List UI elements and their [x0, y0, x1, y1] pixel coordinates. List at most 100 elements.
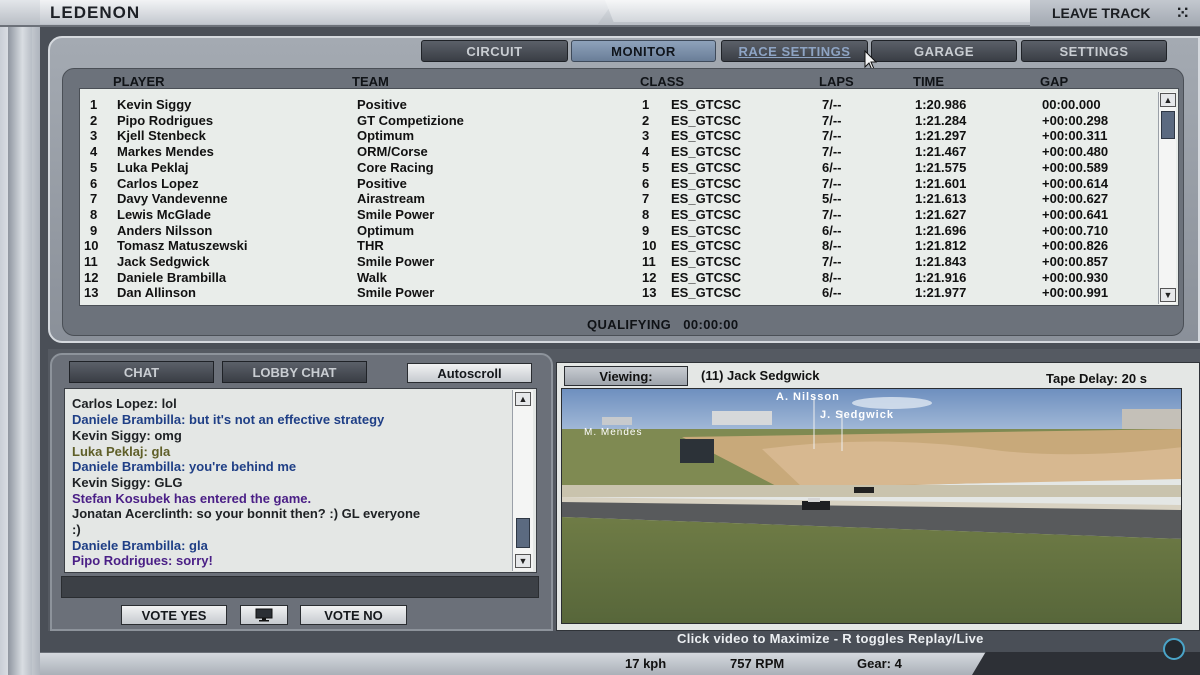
tab-monitor[interactable]: MONITOR: [571, 40, 716, 62]
table-row[interactable]: 8 Lewis McGlade Smile Power 8 ES_GTCSC 7…: [80, 207, 1158, 223]
tab-settings[interactable]: SETTINGS: [1021, 40, 1167, 62]
cell-laps: 8/--: [822, 269, 842, 285]
vote-no-button[interactable]: VOTE NO: [300, 605, 407, 625]
cell-class: ES_GTCSC: [671, 222, 742, 238]
cell-class: ES_GTCSC: [671, 144, 742, 160]
cell-gap: +00:00.298: [1042, 112, 1109, 128]
cell-player: Markes Mendes: [117, 144, 214, 160]
scroll-up-icon[interactable]: ▲: [515, 392, 531, 406]
cell-gap: +00:00.627: [1042, 191, 1109, 207]
cell-class: ES_GTCSC: [671, 206, 742, 222]
cell-pos: 13: [84, 285, 99, 301]
scroll-up-icon[interactable]: ▲: [1160, 93, 1176, 107]
tab-lobby-chat[interactable]: LOBBY CHAT: [222, 361, 367, 383]
table-row[interactable]: 4 Markes Mendes ORM/Corse 4 ES_GTCSC 7/-…: [80, 144, 1158, 160]
session-label: QUALIFYING: [587, 317, 672, 332]
cell-pos: 1: [90, 97, 98, 112]
table-row[interactable]: 9 Anders Nilsson Optimum 9 ES_GTCSC 6/--…: [80, 223, 1158, 239]
cell-time: 1:21.297: [915, 128, 967, 144]
table-row[interactable]: 11 Jack Sedgwick Smile Power 11 ES_GTCSC…: [80, 254, 1158, 270]
cell-time: 1:21.284: [915, 112, 967, 128]
chat-message: Daniele Brambilla: but it's not an effec…: [72, 412, 385, 427]
tab-circuit[interactable]: CIRCUIT: [421, 40, 568, 62]
cell-class: ES_GTCSC: [671, 285, 742, 301]
tab-chat[interactable]: CHAT: [69, 361, 214, 383]
cell-player: Lewis McGlade: [117, 206, 211, 222]
cell-gap: +00:00.641: [1042, 206, 1109, 222]
table-row[interactable]: 2 Pipo Rodrigues GT Competizione 2 ES_GT…: [80, 113, 1158, 129]
cell-class-pos: 6: [642, 175, 650, 191]
watermark-logo-icon: [1163, 638, 1185, 660]
col-header-team[interactable]: TEAM: [352, 74, 389, 89]
viewing-driver: (11) Jack Sedgwick: [701, 368, 820, 383]
cell-team: Smile Power: [357, 206, 435, 222]
viewing-button[interactable]: Viewing:: [564, 366, 688, 386]
leave-track-label[interactable]: LEAVE TRACK: [1052, 5, 1151, 21]
col-header-time[interactable]: TIME: [913, 74, 944, 89]
tab-race-settings[interactable]: RACE SETTINGS: [721, 40, 868, 62]
speed-readout: 17 kph: [625, 656, 667, 671]
cell-pos: 2: [90, 112, 98, 128]
chat-message: Carlos Lopez: lol: [72, 396, 177, 411]
cell-pos: 7: [90, 191, 98, 207]
cell-laps: 7/--: [822, 175, 842, 191]
cell-team: Airastream: [357, 191, 425, 207]
results-table: 1 Kevin Siggy Positive 1 ES_GTCSC 7/-- 1…: [79, 88, 1179, 306]
cell-gap: +00:00.857: [1042, 254, 1109, 269]
cell-class-pos: 5: [642, 159, 650, 175]
cell-gap: 00:00.000: [1042, 97, 1101, 112]
chat-input[interactable]: [61, 576, 539, 598]
chat-scrollbar[interactable]: ▲ ▼: [512, 390, 533, 571]
autoscroll-button[interactable]: Autoscroll: [407, 363, 532, 383]
table-row[interactable]: 12 Daniele Brambilla Walk 12 ES_GTCSC 8/…: [80, 270, 1158, 286]
table-row[interactable]: 13 Dan Allinson Smile Power 13 ES_GTCSC …: [80, 285, 1158, 301]
cell-pos: 4: [90, 144, 98, 160]
cell-class: ES_GTCSC: [671, 238, 742, 254]
col-header-laps[interactable]: LAPS: [819, 74, 854, 89]
cell-pos: 11: [84, 254, 98, 269]
monitor-button[interactable]: [240, 605, 288, 625]
table-row[interactable]: 6 Carlos Lopez Positive 6 ES_GTCSC 7/-- …: [80, 176, 1158, 192]
col-header-class[interactable]: CLASS: [640, 74, 684, 89]
cell-player: Luka Peklaj: [117, 159, 189, 175]
cell-gap: +00:00.826: [1042, 238, 1109, 254]
live-video-view[interactable]: A. Nilsson J. Sedgwick M. Mendes: [561, 388, 1182, 624]
cell-player: Tomasz Matuszewski: [117, 238, 248, 254]
cell-class-pos: 8: [642, 206, 650, 222]
cell-team: Optimum: [357, 128, 415, 144]
cell-class: ES_GTCSC: [671, 97, 742, 112]
scroll-thumb[interactable]: [1161, 111, 1175, 139]
cell-class: ES_GTCSC: [671, 269, 742, 285]
cell-time: 1:21.627: [915, 206, 967, 222]
cell-class-pos: 4: [642, 144, 650, 160]
col-header-gap[interactable]: GAP: [1040, 74, 1068, 89]
checkered-flag-icon[interactable]: ⁙: [1176, 3, 1189, 23]
top-mid-plate: [605, 0, 1035, 22]
cell-team: Walk: [357, 269, 387, 285]
cell-player: Carlos Lopez: [117, 175, 199, 191]
cell-laps: 6/--: [822, 285, 842, 301]
table-row[interactable]: 3 Kjell Stenbeck Optimum 3 ES_GTCSC 7/--…: [80, 128, 1158, 144]
scroll-thumb[interactable]: [516, 518, 530, 548]
tab-garage[interactable]: GARAGE: [871, 40, 1017, 62]
table-row[interactable]: 10 Tomasz Matuszewski THR 10 ES_GTCSC 8/…: [80, 238, 1158, 254]
chat-message: Daniele Brambilla: you're behind me: [72, 459, 297, 474]
vote-yes-button[interactable]: VOTE YES: [121, 605, 227, 625]
cell-gap: +00:00.991: [1042, 285, 1109, 301]
cell-player: Pipo Rodrigues: [117, 112, 214, 128]
monitor-icon: [255, 608, 273, 622]
cell-laps: 7/--: [822, 206, 842, 222]
scroll-down-icon[interactable]: ▼: [1160, 288, 1176, 302]
cell-player: Jack Sedgwick: [117, 254, 210, 269]
results-scrollbar[interactable]: ▲ ▼: [1158, 92, 1176, 304]
table-row[interactable]: 1 Kevin Siggy Positive 1 ES_GTCSC 7/-- 1…: [80, 97, 1158, 113]
table-row[interactable]: 7 Davy Vandevenne Airastream 7 ES_GTCSC …: [80, 191, 1158, 207]
scroll-down-icon[interactable]: ▼: [515, 554, 531, 568]
cell-class-pos: 3: [642, 128, 650, 144]
chat-message: :): [72, 522, 81, 537]
cell-time: 1:21.977: [915, 285, 967, 301]
chat-message: Jonatan Acerclinth: so your bonnit then?…: [72, 506, 421, 521]
col-header-player[interactable]: PLAYER: [113, 74, 165, 89]
cell-laps: 8/--: [822, 238, 842, 254]
table-row[interactable]: 5 Luka Peklaj Core Racing 5 ES_GTCSC 6/-…: [80, 160, 1158, 176]
